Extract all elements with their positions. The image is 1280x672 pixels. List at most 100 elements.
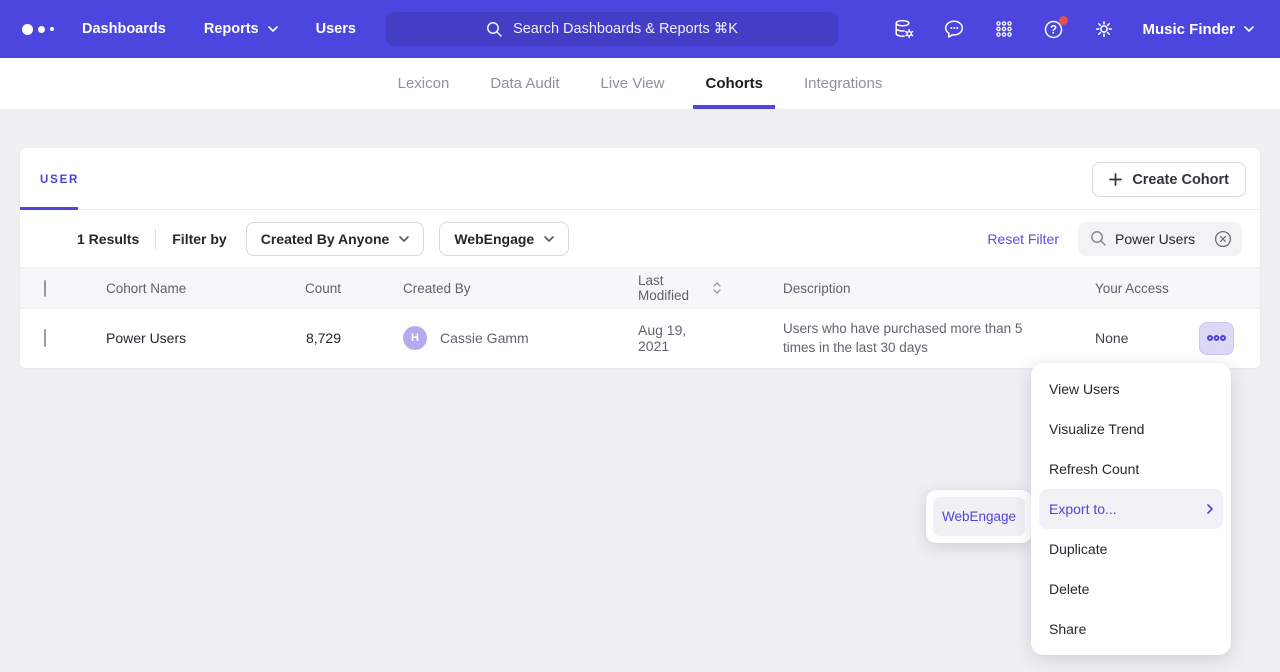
results-count: 1 Results bbox=[77, 231, 139, 247]
cohort-description: Users who have purchased more than 5 tim… bbox=[783, 319, 1033, 357]
column-header-label: Created By bbox=[403, 281, 471, 296]
active-tab-underline bbox=[20, 207, 78, 210]
tab-integrations[interactable]: Integrations bbox=[792, 58, 894, 109]
creator-name: Cassie Gamm bbox=[440, 330, 529, 346]
plus-icon bbox=[1109, 173, 1122, 186]
filter-by-label: Filter by bbox=[172, 231, 226, 247]
chevron-down-icon bbox=[399, 236, 409, 242]
svg-text:?: ? bbox=[1050, 25, 1057, 37]
submenu-item-label: WebEngage bbox=[942, 509, 1016, 524]
access-value: None bbox=[1095, 330, 1128, 346]
chevron-down-icon bbox=[268, 26, 278, 32]
tab-label: Cohorts bbox=[705, 75, 763, 92]
tab-label: Integrations bbox=[804, 75, 882, 92]
column-header-description[interactable]: Description bbox=[721, 281, 1033, 296]
column-header-created-by[interactable]: Created By bbox=[341, 281, 576, 296]
cohorts-panel: USER Create Cohort 1 Results Filter by C… bbox=[20, 148, 1260, 368]
table-row[interactable]: Power Users 8,729 H Cassie Gamm Aug 19, … bbox=[20, 309, 1260, 367]
menu-item-label: Refresh Count bbox=[1049, 461, 1139, 477]
menu-item-duplicate[interactable]: Duplicate bbox=[1039, 529, 1223, 569]
help-icon[interactable]: ? bbox=[1042, 17, 1066, 41]
select-all-checkbox[interactable] bbox=[44, 280, 46, 297]
tab-label: Live View bbox=[601, 75, 665, 92]
search-icon bbox=[1090, 230, 1107, 247]
export-submenu: WebEngage bbox=[926, 490, 1032, 543]
tab-cohorts[interactable]: Cohorts bbox=[693, 58, 775, 109]
tab-user[interactable]: USER bbox=[40, 174, 79, 186]
reset-filter-link[interactable]: Reset Filter bbox=[987, 231, 1059, 247]
notification-dot bbox=[1059, 16, 1068, 25]
project-switcher[interactable]: Music Finder bbox=[1142, 21, 1254, 38]
clear-search-icon[interactable] bbox=[1214, 230, 1232, 248]
menu-item-label: Visualize Trend bbox=[1049, 421, 1144, 437]
menu-item-label: Export to... bbox=[1049, 501, 1117, 517]
created-by-dropdown[interactable]: Created By Anyone bbox=[246, 222, 425, 256]
create-cohort-label: Create Cohort bbox=[1132, 172, 1229, 188]
nav-item-dashboards[interactable]: Dashboards bbox=[82, 21, 166, 37]
divider bbox=[155, 229, 156, 249]
tab-live-view[interactable]: Live View bbox=[589, 58, 677, 109]
menu-item-refresh-count[interactable]: Refresh Count bbox=[1039, 449, 1223, 489]
menu-item-label: View Users bbox=[1049, 381, 1120, 397]
primary-nav: Dashboards Reports Users bbox=[82, 21, 356, 37]
column-header-cohort-name[interactable]: Cohort Name bbox=[106, 281, 256, 296]
section-tabs: Lexicon Data Audit Live View Cohorts Int… bbox=[0, 58, 1280, 110]
created-by-cell: H Cassie Gamm bbox=[341, 326, 576, 350]
nav-item-users[interactable]: Users bbox=[316, 21, 356, 37]
feedback-icon[interactable] bbox=[942, 17, 966, 41]
menu-item-label: Duplicate bbox=[1049, 541, 1107, 557]
description-cell: Users who have purchased more than 5 tim… bbox=[721, 319, 1033, 357]
filter-bar: 1 Results Filter by Created By Anyone We… bbox=[20, 210, 1260, 267]
cohort-search-input[interactable] bbox=[1115, 231, 1206, 247]
tab-lexicon[interactable]: Lexicon bbox=[386, 58, 462, 109]
row-actions-menu: View Users Visualize Trend Refresh Count… bbox=[1031, 363, 1231, 655]
project-name: Music Finder bbox=[1142, 21, 1235, 38]
navbar-utilities: ? Music Finder bbox=[892, 0, 1280, 58]
chevron-down-icon bbox=[544, 236, 554, 242]
chevron-right-icon bbox=[1207, 504, 1213, 514]
nav-item-label: Reports bbox=[204, 21, 259, 37]
chevron-down-icon bbox=[1244, 26, 1254, 32]
row-checkbox[interactable] bbox=[44, 329, 46, 347]
cohort-count: 8,729 bbox=[256, 330, 341, 346]
avatar: H bbox=[403, 326, 427, 350]
dropdown-value: WebEngage bbox=[454, 231, 534, 247]
tab-label: Lexicon bbox=[398, 75, 450, 92]
column-header-your-access[interactable]: Your Access bbox=[1033, 281, 1260, 296]
menu-item-export-to[interactable]: Export to... bbox=[1039, 489, 1223, 529]
integration-dropdown[interactable]: WebEngage bbox=[439, 222, 569, 256]
column-header-last-modified[interactable]: Last Modified bbox=[576, 273, 721, 303]
nav-item-reports[interactable]: Reports bbox=[204, 21, 278, 37]
mixpanel-logo-icon[interactable] bbox=[22, 24, 54, 35]
menu-item-visualize-trend[interactable]: Visualize Trend bbox=[1039, 409, 1223, 449]
menu-item-delete[interactable]: Delete bbox=[1039, 569, 1223, 609]
create-cohort-button[interactable]: Create Cohort bbox=[1092, 162, 1246, 197]
column-header-label: Your Access bbox=[1095, 281, 1169, 296]
column-header-count[interactable]: Count bbox=[256, 281, 341, 296]
table-header: Cohort Name Count Created By Last Modifi… bbox=[20, 267, 1260, 309]
dropdown-value: Created By Anyone bbox=[261, 231, 390, 247]
tab-label: Data Audit bbox=[490, 75, 559, 92]
column-header-label: Last Modified bbox=[638, 273, 706, 303]
nav-item-label: Users bbox=[316, 21, 356, 37]
sort-icon[interactable] bbox=[713, 282, 721, 294]
cohort-search bbox=[1078, 222, 1242, 256]
apps-grid-icon[interactable] bbox=[992, 17, 1016, 41]
top-navbar: Dashboards Reports Users Search Dashboar… bbox=[0, 0, 1280, 58]
access-cell: None bbox=[1033, 322, 1260, 355]
submenu-item-webengage[interactable]: WebEngage bbox=[933, 497, 1025, 536]
nav-item-label: Dashboards bbox=[82, 21, 166, 37]
last-modified-date: Aug 19, 2021 bbox=[638, 322, 721, 354]
cohort-name[interactable]: Power Users bbox=[106, 330, 256, 346]
search-icon bbox=[486, 21, 503, 38]
menu-item-label: Share bbox=[1049, 621, 1086, 637]
global-search-placeholder: Search Dashboards & Reports ⌘K bbox=[513, 21, 738, 37]
tab-data-audit[interactable]: Data Audit bbox=[478, 58, 571, 109]
menu-item-share[interactable]: Share bbox=[1039, 609, 1223, 649]
settings-icon[interactable] bbox=[1092, 17, 1116, 41]
data-settings-icon[interactable] bbox=[892, 17, 916, 41]
global-search-input[interactable]: Search Dashboards & Reports ⌘K bbox=[386, 12, 838, 46]
menu-item-view-users[interactable]: View Users bbox=[1039, 369, 1223, 409]
row-actions-menu-button[interactable] bbox=[1199, 322, 1234, 355]
panel-header: USER Create Cohort bbox=[20, 148, 1260, 210]
